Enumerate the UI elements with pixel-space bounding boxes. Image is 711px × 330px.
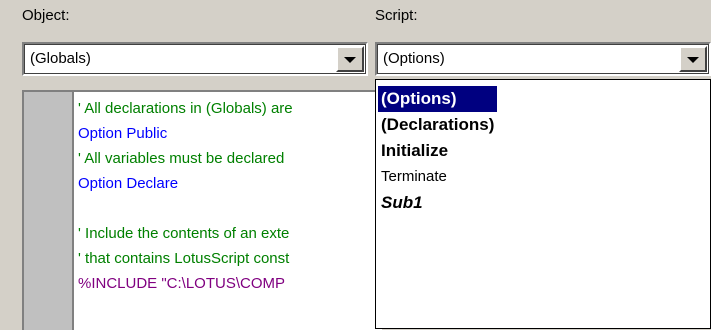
object-combobox[interactable]: (Globals) xyxy=(22,42,368,76)
code-line: Option Declare xyxy=(78,175,179,192)
script-option-terminate[interactable]: Terminate xyxy=(378,164,708,190)
script-option-sub1[interactable]: Sub1 xyxy=(378,190,708,216)
chevron-down-icon xyxy=(687,57,699,63)
script-combobox-value: (Options) xyxy=(383,50,445,67)
code-line: ' Include the contents of an exte xyxy=(78,225,290,242)
object-combobox-value: (Globals) xyxy=(30,50,91,67)
object-label: Object: xyxy=(22,7,70,24)
code-editor[interactable]: ' All declarations in (Globals) are Opti… xyxy=(22,90,382,330)
script-label: Script: xyxy=(375,7,418,24)
code-area[interactable]: ' All declarations in (Globals) are Opti… xyxy=(78,96,382,296)
script-dropdown-list: (Options) (Declarations) Initialize Term… xyxy=(375,79,711,329)
object-dropdown-button[interactable] xyxy=(336,46,364,72)
script-option-initialize[interactable]: Initialize xyxy=(378,138,708,164)
script-option-options[interactable]: (Options) xyxy=(378,86,497,112)
script-combobox[interactable]: (Options) xyxy=(375,42,711,76)
code-line: %INCLUDE "C:\LOTUS\COMP xyxy=(78,275,286,292)
script-option-declarations[interactable]: (Declarations) xyxy=(378,112,708,138)
script-dropdown-button[interactable] xyxy=(679,46,707,72)
code-line: ' All declarations in (Globals) are xyxy=(78,100,293,117)
chevron-down-icon xyxy=(344,57,356,63)
code-line: Option Public xyxy=(78,125,168,142)
editor-gutter xyxy=(24,92,74,330)
code-line: ' All variables must be declared xyxy=(78,150,285,167)
code-line: ' that contains LotusScript const xyxy=(78,250,290,267)
